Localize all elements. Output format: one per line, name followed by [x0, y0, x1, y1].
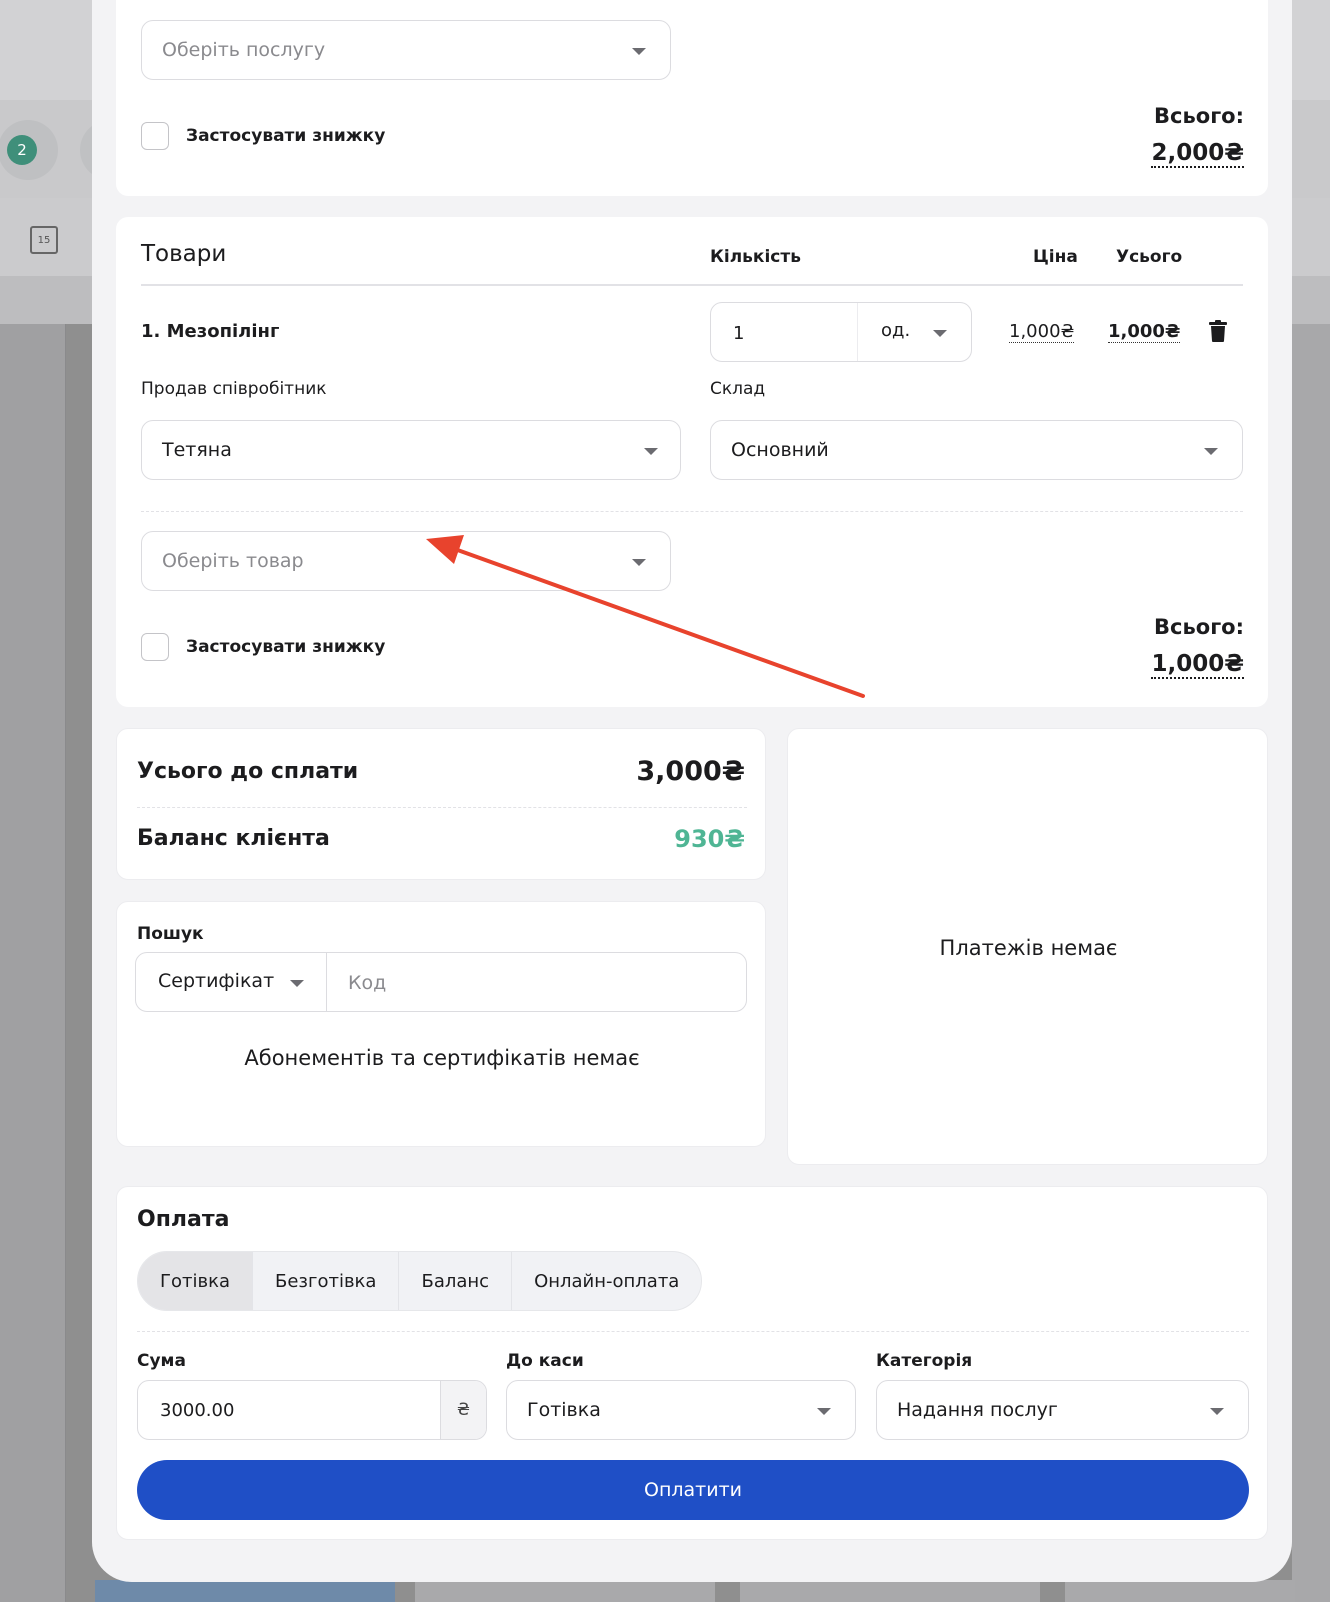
products-discount-checkbox[interactable]: [141, 633, 169, 661]
products-title: Товари: [141, 241, 227, 267]
product-qty-input[interactable]: 1: [733, 323, 744, 344]
checkout-modal: Оберіть послугу Застосувати знижку Всьог…: [92, 0, 1292, 1582]
tab-cashless[interactable]: Безготівка: [253, 1252, 400, 1310]
chevron-down-icon: [632, 48, 646, 55]
chevron-down-icon: [1210, 1408, 1224, 1415]
category-select[interactable]: Надання послуг: [876, 1380, 1249, 1440]
search-group-divider: [326, 953, 327, 1011]
summary-card: Усього до сплати 3,000₴ Баланс клієнта 9…: [116, 728, 766, 880]
balance-label: Баланс клієнта: [137, 826, 330, 851]
products-header-divider: [141, 284, 1243, 286]
products-qty-header: Кількість: [710, 247, 801, 267]
code-input[interactable]: Код: [348, 972, 386, 994]
search-type-select[interactable]: Сертифікат: [158, 970, 274, 992]
background-badge-count: 2: [7, 135, 37, 165]
pay-button[interactable]: Оплатити: [137, 1460, 1249, 1520]
warehouse-label: Склад: [710, 379, 766, 399]
services-total-label: Всього:: [1154, 104, 1244, 128]
search-title: Пошук: [137, 924, 204, 944]
tab-balance[interactable]: Баланс: [399, 1252, 513, 1310]
balance-value: 930₴: [674, 825, 745, 853]
chevron-down-icon: [1204, 448, 1218, 455]
cashbox-select-value: Готівка: [527, 1399, 601, 1421]
search-input-group: Сертифікат Код: [135, 952, 747, 1012]
background-employee-avatar: 2: [0, 120, 58, 180]
chevron-down-icon: [290, 980, 304, 987]
service-select[interactable]: Оберіть послугу: [141, 20, 671, 80]
to-pay-value: 3,000₴: [636, 756, 745, 787]
seller-select-value: Тетяна: [162, 439, 232, 461]
cashbox-label: До каси: [506, 1351, 584, 1371]
amount-label: Сума: [137, 1351, 186, 1371]
seller-label: Продав співробітник: [141, 379, 327, 399]
products-discount-label: Застосувати знижку: [186, 637, 386, 657]
qty-unit-divider: [857, 303, 858, 361]
services-total-value[interactable]: 2,000₴: [1151, 140, 1244, 168]
tab-cash[interactable]: Готівка: [138, 1252, 253, 1310]
products-total-header: Усього: [1116, 247, 1183, 267]
background-right-edge: [1292, 324, 1330, 1602]
category-label: Категорія: [876, 1351, 973, 1371]
service-select-placeholder: Оберіть послугу: [162, 39, 326, 61]
calendar-icon: 15: [30, 226, 58, 254]
product-item-name: 1. Мезопілінг: [141, 321, 280, 342]
chevron-down-icon: [644, 448, 658, 455]
products-total-value[interactable]: 1,000₴: [1151, 651, 1244, 679]
seller-select[interactable]: Тетяна: [141, 420, 681, 480]
background-appointment-tile: [1065, 1580, 1295, 1602]
background-appointment-tile: [740, 1580, 1040, 1602]
amount-input[interactable]: 3000.00: [160, 1400, 234, 1421]
products-price-header: Ціна: [1033, 247, 1078, 267]
services-discount-label: Застосувати знижку: [186, 126, 386, 146]
product-price[interactable]: 1,000₴: [1009, 321, 1075, 343]
product-qty-group: 1 од.: [710, 302, 972, 362]
payment-divider: [137, 1331, 1249, 1332]
product-row-divider: [141, 511, 1243, 512]
chevron-down-icon: [933, 330, 947, 337]
payments-card: Платежів немає: [787, 728, 1268, 1165]
services-card: Оберіть послугу Застосувати знижку Всьог…: [116, 0, 1268, 196]
currency-addon: ₴: [440, 1381, 486, 1439]
products-total-label: Всього:: [1154, 615, 1244, 639]
to-pay-label: Усього до сплати: [137, 759, 359, 784]
search-empty-text: Абонементів та сертифікатів немає: [244, 1046, 640, 1070]
trash-icon[interactable]: [1209, 320, 1227, 342]
warehouse-select-value: Основний: [731, 439, 829, 461]
search-card: Пошук Сертифікат Код Абонементів та серт…: [116, 901, 766, 1147]
product-unit-select[interactable]: од.: [881, 320, 910, 341]
services-discount-checkbox[interactable]: [141, 122, 169, 150]
product-total[interactable]: 1,000₴: [1108, 321, 1181, 343]
category-select-value: Надання послуг: [897, 1399, 1058, 1421]
background-appointment-tile: [95, 1580, 395, 1602]
background-appointment-tile: [415, 1580, 715, 1602]
tab-online-payment[interactable]: Онлайн-оплата: [512, 1252, 701, 1310]
cashbox-select[interactable]: Готівка: [506, 1380, 856, 1440]
payment-card: Оплата Готівка Безготівка Баланс Онлайн-…: [116, 1186, 1268, 1540]
product-select-placeholder: Оберіть товар: [162, 550, 304, 572]
payment-method-tabs: Готівка Безготівка Баланс Онлайн-оплата: [137, 1251, 703, 1311]
warehouse-select[interactable]: Основний: [710, 420, 1243, 480]
annotation-arrow-icon: [426, 535, 865, 698]
amount-input-group: 3000.00 ₴: [137, 1380, 487, 1440]
summary-divider: [137, 807, 747, 808]
chevron-down-icon: [817, 1408, 831, 1415]
background-time-column: [0, 324, 66, 1602]
payments-empty-text: Платежів немає: [939, 936, 1118, 960]
payment-title: Оплата: [137, 1207, 230, 1232]
